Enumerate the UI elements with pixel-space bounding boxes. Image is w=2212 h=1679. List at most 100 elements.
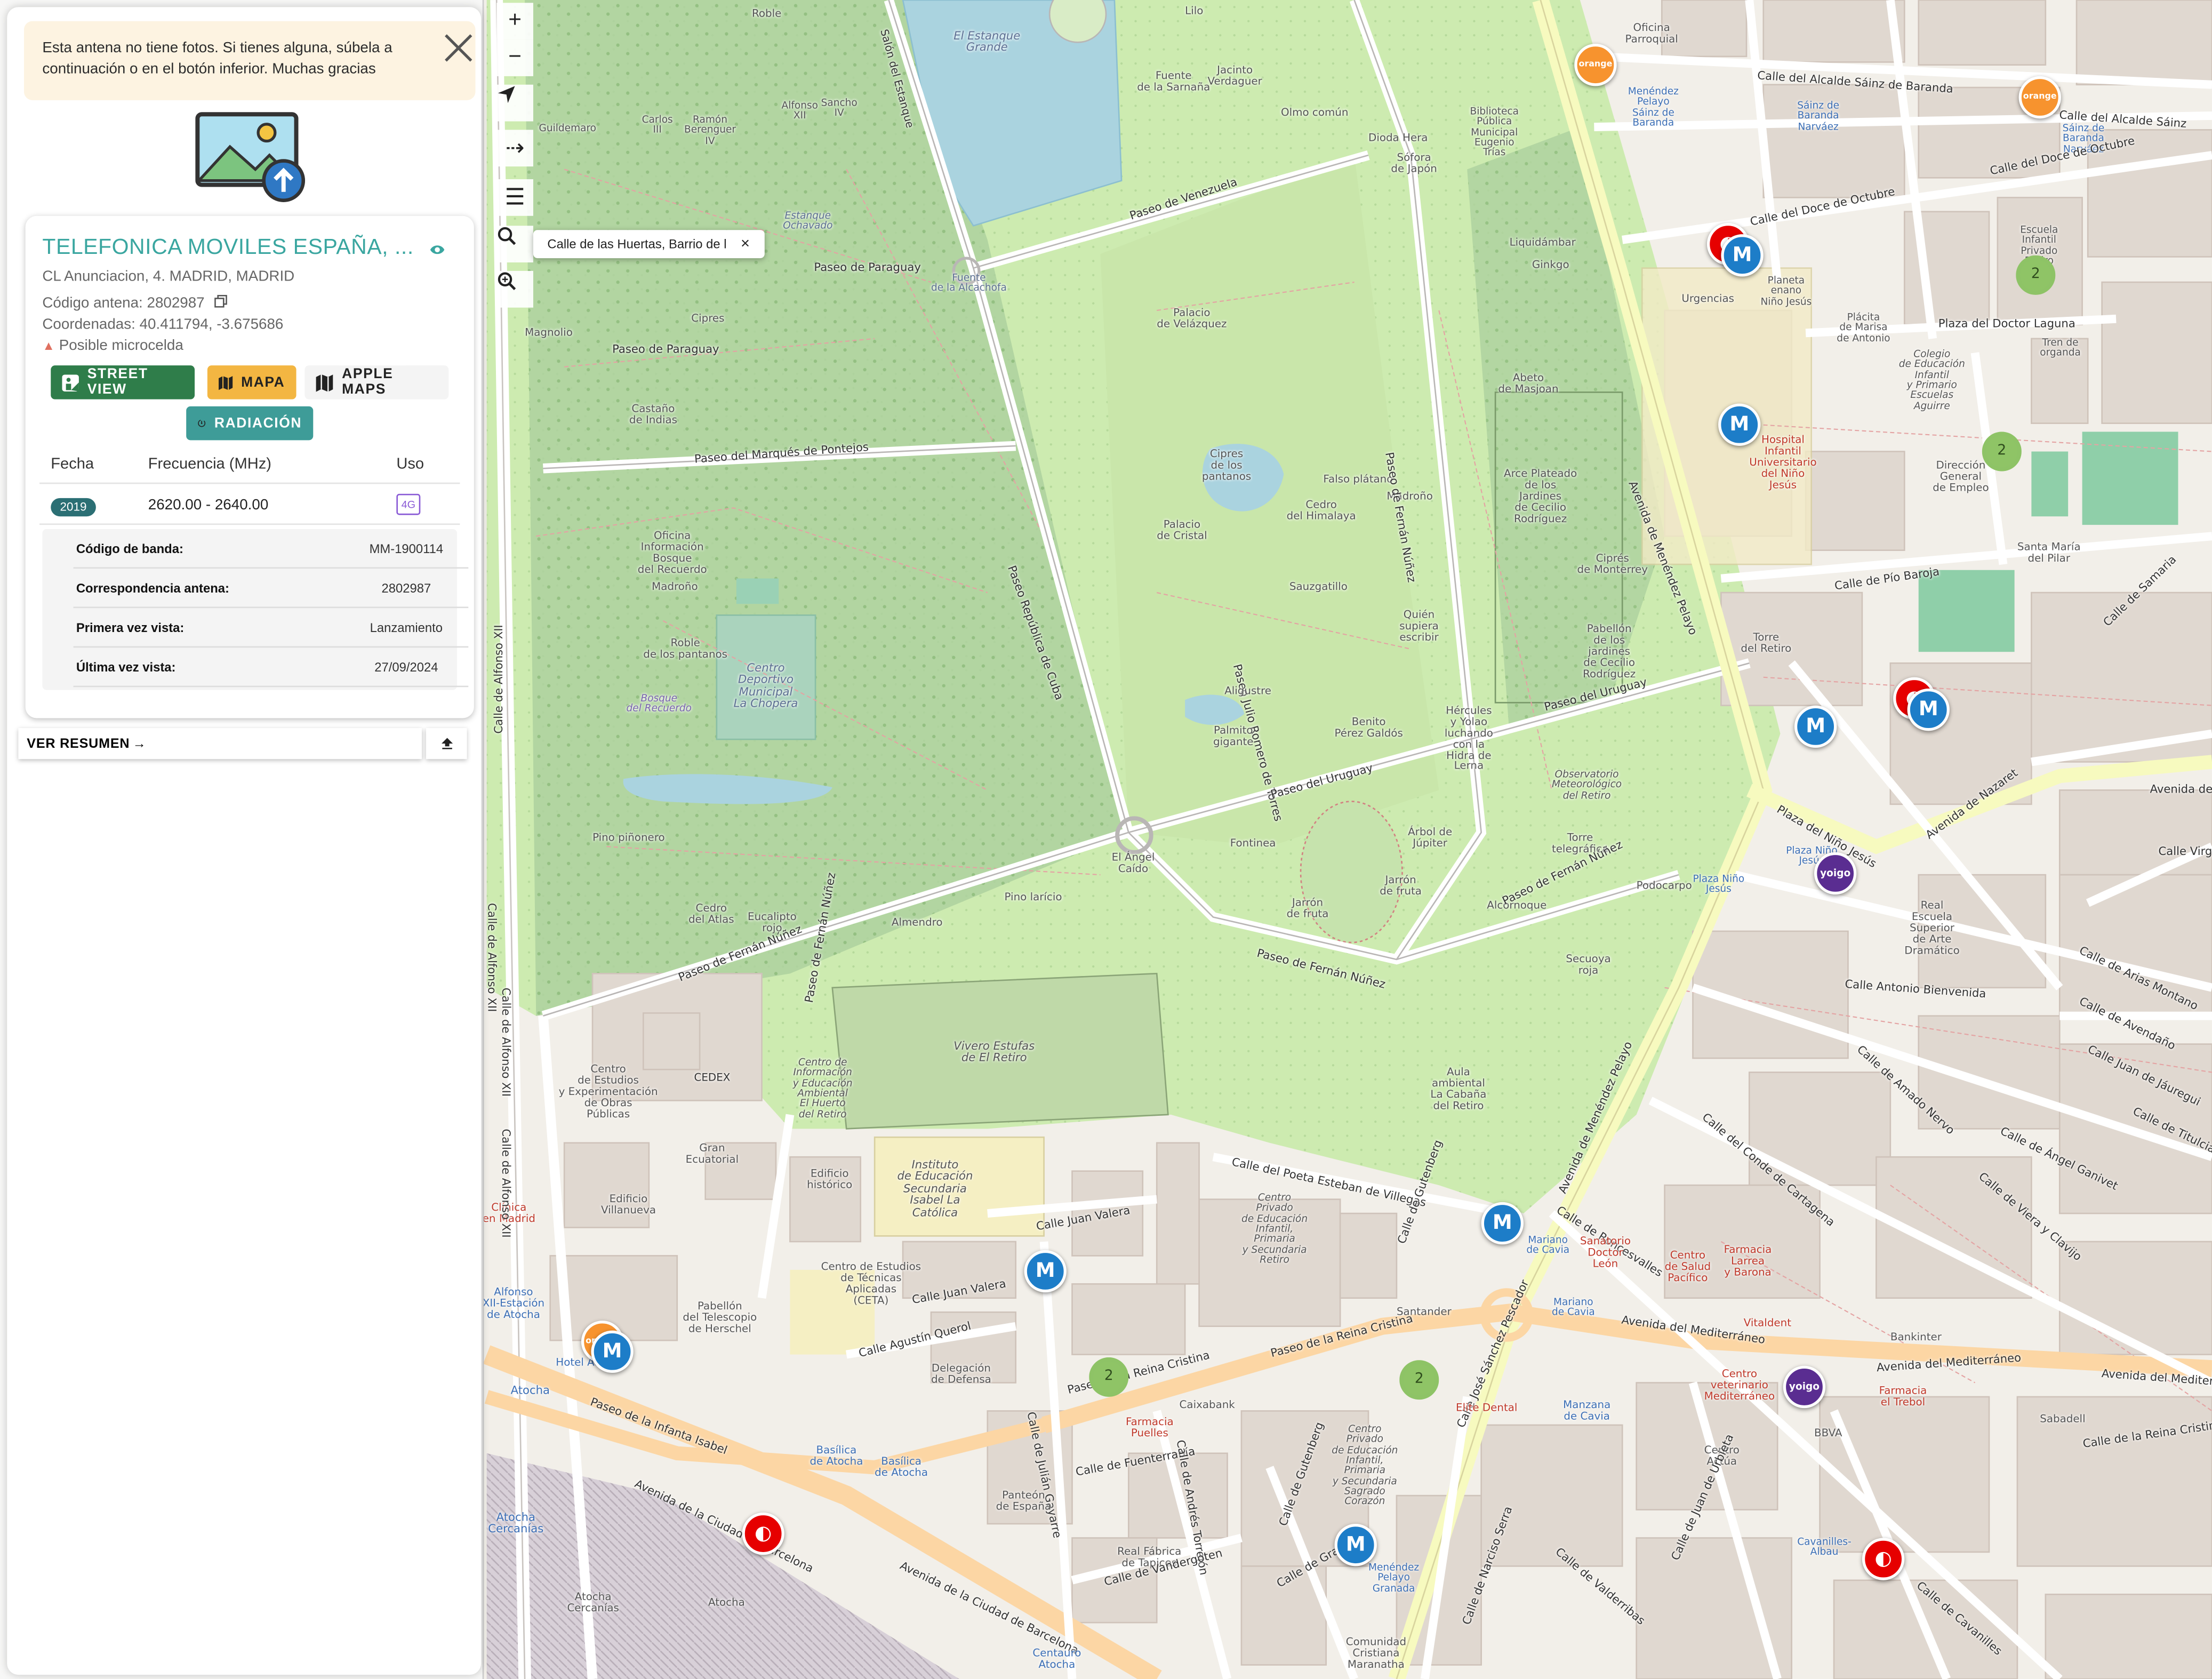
orange-antenna-marker[interactable]: orange (2018, 76, 2061, 119)
view-summary-button[interactable]: VER RESUMEN → (18, 728, 422, 759)
table-divider (39, 482, 460, 484)
movistar-antenna-marker[interactable]: M (591, 1330, 634, 1373)
layers-menu-button[interactable]: ☰ (496, 179, 533, 216)
zoom-in-button[interactable]: + (496, 3, 533, 40)
tech-badge-4g: 4G (396, 493, 421, 515)
map-label: Alfonso XII (781, 100, 818, 122)
antenna-cluster-marker[interactable]: 2 (1399, 1360, 1439, 1400)
detail-row: Correspondencia antena: 2802987 (59, 569, 469, 609)
detail-value: 27/09/2024 (374, 660, 438, 675)
map-label: Torre del Retiro (1741, 630, 1792, 655)
map-label: Guildemaro (539, 123, 597, 134)
map-label: Hospital Infantil Universitario del Niño Jes… (1749, 433, 1817, 491)
map-label: CEDEX (694, 1070, 731, 1084)
map-label: Centro de Estudios de Técnicas Aplicadas (C… (821, 1260, 921, 1306)
apple-maps-button[interactable]: APPLE MAPS (304, 365, 449, 399)
map-label: Calle de Alfonso XII (499, 1129, 512, 1238)
map-label: Falso plátano (1323, 473, 1393, 486)
yoigo-antenna-marker[interactable]: yoigo (1814, 852, 1857, 895)
map-label: Centro de Salud Pacífico (1664, 1249, 1711, 1284)
map-label: Árbol de Júpiter (1408, 825, 1453, 850)
copy-icon[interactable] (214, 294, 227, 308)
map-label: Plácita de Marisa de Antonio (1837, 311, 1890, 344)
upload-photo-button[interactable] (193, 110, 309, 203)
search-result-tooltip[interactable]: Calle de las Huertas, Barrio de l × (533, 230, 764, 259)
antenna-cluster-marker[interactable]: 2 (1982, 431, 2022, 471)
image-upload-icon (195, 112, 306, 202)
map-label: Fuente de la Alcachofa (931, 272, 1007, 294)
map-label: Jacinto Verdaguer (1207, 63, 1262, 87)
map-label: Ramón Berenguer IV (684, 114, 736, 147)
map-label: Atocha Cercanías (488, 1511, 544, 1536)
table-divider (39, 523, 460, 525)
detail-row: Código de banda: MM-1900114 (59, 529, 469, 569)
map-label: Estanque Ochavado (783, 210, 833, 232)
antenna-cluster-marker[interactable]: 2 (1089, 1357, 1129, 1397)
radiation-icon (198, 419, 206, 427)
search-area-button[interactable] (496, 270, 533, 308)
map-label: BBVA (1814, 1426, 1842, 1440)
close-panel-button[interactable] (437, 27, 479, 69)
antenna-card: Esta antena no tiene fotos. Si tienes al… (7, 7, 482, 1675)
map-label: Centro Privado de Educación Infantil, Primar… (1241, 1192, 1308, 1266)
map-label: Castaño de Indias (629, 402, 677, 426)
movistar-antenna-marker[interactable]: M (1721, 234, 1764, 277)
map-label: Palmito gigante (1213, 724, 1254, 748)
apple-maps-label: APPLE MAPS (342, 366, 394, 398)
map-label: Fontinea (1230, 836, 1276, 850)
map-label: Vitaldent (1743, 1316, 1791, 1329)
radiation-button[interactable]: RADIACIÓN (186, 406, 314, 441)
map-label: Plaza del Doctor Laguna (1938, 317, 2075, 331)
vodafone-antenna-marker[interactable]: ◐ (742, 1512, 784, 1555)
map-label: Cedro del Atlas (688, 901, 734, 926)
map-label: Pabellón del Telescopio de Herschel (683, 1299, 757, 1334)
street-view-button[interactable]: STREET VIEW (51, 365, 195, 399)
search-button[interactable] (496, 226, 533, 263)
locate-button[interactable] (496, 84, 533, 122)
map-label: Calle de Alfonso XII (492, 625, 506, 734)
movistar-antenna-marker[interactable]: M (1334, 1524, 1377, 1566)
map-label: Delegación de Defensa (931, 1361, 991, 1386)
map-label: Aula ambiental La Cabaña del Retiro (1430, 1065, 1487, 1112)
map-icon (316, 373, 334, 391)
map-label: Vivero Estufas de El Retiro (953, 1040, 1035, 1065)
zoom-out-button[interactable]: − (496, 39, 533, 76)
movistar-antenna-marker[interactable]: M (1794, 705, 1837, 748)
movistar-antenna-marker[interactable]: M (1718, 403, 1761, 446)
map-label: Avenida de (2150, 783, 2212, 796)
map-label: Panteón de España (996, 1488, 1052, 1513)
map-label: El Estanque Grande (953, 29, 1021, 54)
map-button[interactable]: MAPA (207, 365, 296, 399)
movistar-antenna-marker[interactable]: M (1481, 1202, 1524, 1245)
map-label: Sabadell (2040, 1412, 2086, 1425)
map-label: Cedro del Himalaya (1286, 498, 1356, 522)
no-photo-notice-text: Esta antena no tiene fotos. Si tienes al… (42, 39, 392, 78)
map-label: Bosque del Recuerdo (626, 692, 692, 715)
movistar-antenna-marker[interactable]: M (1907, 688, 1950, 731)
view-operator-button[interactable] (429, 238, 446, 264)
detail-value: Lanzamiento (370, 620, 443, 635)
map-label: Calle de Alfonso XII (499, 987, 512, 1097)
map-label: Gran Ecuatorial (685, 1141, 739, 1165)
map-label: Colegio de Educación Infantil y Primario Esc… (1898, 348, 1965, 412)
detail-key: Correspondencia antena: (76, 581, 229, 596)
movistar-antenna-marker[interactable]: M (1024, 1250, 1067, 1293)
map-label: Farmacia Puelles (1126, 1415, 1174, 1439)
map-label: Cipres (691, 311, 725, 325)
vodafone-antenna-marker[interactable]: ◐ (1862, 1538, 1905, 1580)
detail-key: Última vez vista: (76, 660, 176, 675)
measure-button[interactable]: ⇢ (496, 130, 533, 167)
orange-antenna-marker[interactable]: orange (1574, 44, 1617, 86)
view-summary-label: VER RESUMEN (27, 735, 130, 751)
map-label: Centauro Atocha (1032, 1646, 1081, 1670)
antenna-cluster-marker[interactable]: 2 (2016, 255, 2056, 295)
search-result-close[interactable]: × (741, 236, 750, 253)
map-label: Biblioteca Pública Municipal Eugenio Trías (1470, 106, 1519, 159)
detail-value: MM-1900114 (369, 541, 444, 556)
map-label: Farmacia Larrea y Barona (1724, 1243, 1772, 1278)
map-label: Centro Privado de Educación Infantil, Primar… (1332, 1424, 1398, 1508)
map-label: Centro veterinario Mediterráneo (1704, 1367, 1775, 1402)
map-label: Paseo de Paraguay (612, 342, 719, 356)
yoigo-antenna-marker[interactable]: yoigo (1783, 1365, 1826, 1409)
upload-button[interactable] (426, 728, 467, 759)
